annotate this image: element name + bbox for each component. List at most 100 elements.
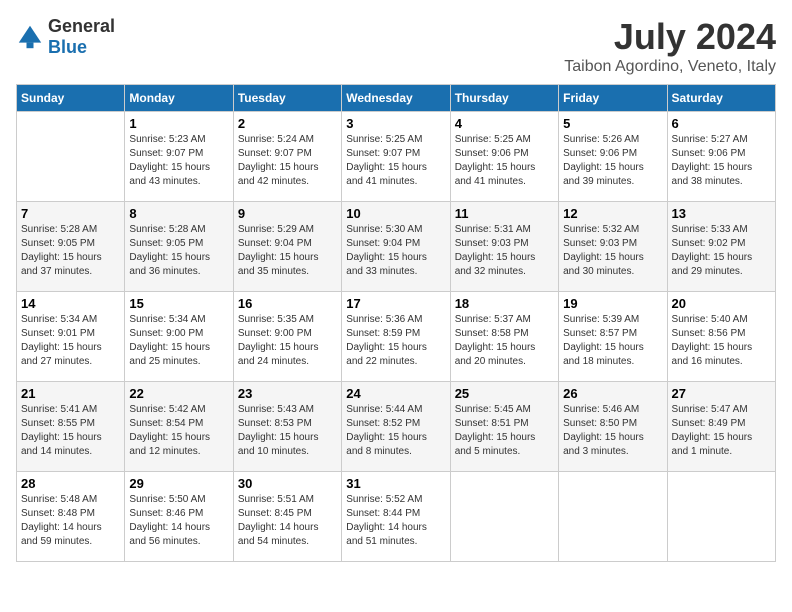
day-number: 15 <box>129 296 228 311</box>
calendar-cell: 18 Sunrise: 5:37 AMSunset: 8:58 PMDayligh… <box>450 292 558 382</box>
day-number: 8 <box>129 206 228 221</box>
header: General Blue July 2024 Taibon Agordino, … <box>16 16 776 76</box>
calendar-cell: 4Sunrise: 5:25 AMSunset: 9:06 PMDaylight… <box>450 112 558 202</box>
month-title: July 2024 <box>564 16 776 58</box>
day-number: 12 <box>563 206 662 221</box>
calendar-cell: 22 Sunrise: 5:42 AMSunset: 8:54 PMDayligh… <box>125 382 233 472</box>
day-info: Sunrise: 5:52 AMSunset: 8:44 PMDaylight:… <box>346 493 445 549</box>
header-monday: Monday <box>125 85 233 112</box>
calendar-cell: 25Sunrise: 5:45 AMSunset: 8:51 PMDayligh… <box>450 382 558 472</box>
day-info: Sunrise: 5:34 AMSunset: 9:01 PMDaylight:… <box>21 313 120 369</box>
day-info: Sunrise: 5:25 AMSunset: 9:06 PMDaylight:… <box>455 133 554 189</box>
calendar-cell: 1Sunrise: 5:23 AMSunset: 9:07 PMDaylight… <box>125 112 233 202</box>
calendar-cell: 20Sunrise: 5:40 AMSunset: 8:56 PMDayligh… <box>667 292 775 382</box>
day-info: Sunrise: 5:46 AMSunset: 8:50 PMDaylight:… <box>563 403 662 459</box>
header-friday: Friday <box>559 85 667 112</box>
logo-icon <box>16 23 44 51</box>
calendar-cell <box>450 472 558 562</box>
day-number: 22 <box>129 386 228 401</box>
calendar-cell: 30Sunrise: 5:51 AMSunset: 8:45 PMDayligh… <box>233 472 341 562</box>
day-number: 2 <box>238 116 337 131</box>
title-area: July 2024 Taibon Agordino, Veneto, Italy <box>564 16 776 76</box>
day-info: Sunrise: 5:29 AMSunset: 9:04 PMDaylight:… <box>238 223 337 279</box>
day-info: Sunrise: 5:31 AMSunset: 9:03 PMDaylight:… <box>455 223 554 279</box>
calendar-cell: 31 Sunrise: 5:52 AMSunset: 8:44 PMDayligh… <box>342 472 450 562</box>
day-number: 17 <box>346 296 445 311</box>
calendar-table: SundayMondayTuesdayWednesdayThursdayFrid… <box>16 84 776 562</box>
header-tuesday: Tuesday <box>233 85 341 112</box>
calendar-cell: 12Sunrise: 5:32 AMSunset: 9:03 PMDayligh… <box>559 202 667 292</box>
week-row-2: 7 Sunrise: 5:28 AMSunset: 9:05 PMDaylight… <box>17 202 776 292</box>
day-number: 28 <box>21 476 120 491</box>
calendar-cell: 6 Sunrise: 5:27 AMSunset: 9:06 PMDaylight… <box>667 112 775 202</box>
day-info: Sunrise: 5:44 AMSunset: 8:52 PMDaylight:… <box>346 403 445 459</box>
calendar-cell: 17 Sunrise: 5:36 AMSunset: 8:59 PMDayligh… <box>342 292 450 382</box>
day-number: 7 <box>21 206 120 221</box>
header-wednesday: Wednesday <box>342 85 450 112</box>
logo-general: General <box>48 16 115 36</box>
calendar-cell: 28 Sunrise: 5:48 AMSunset: 8:48 PMDayligh… <box>17 472 125 562</box>
day-info: Sunrise: 5:28 AMSunset: 9:05 PMDaylight:… <box>129 223 228 279</box>
day-number: 24 <box>346 386 445 401</box>
week-row-3: 14 Sunrise: 5:34 AMSunset: 9:01 PMDayligh… <box>17 292 776 382</box>
day-info: Sunrise: 5:24 AMSunset: 9:07 PMDaylight:… <box>238 133 337 189</box>
week-row-5: 28 Sunrise: 5:48 AMSunset: 8:48 PMDayligh… <box>17 472 776 562</box>
calendar-cell: 3 Sunrise: 5:25 AMSunset: 9:07 PMDaylight… <box>342 112 450 202</box>
day-info: Sunrise: 5:42 AMSunset: 8:54 PMDaylight:… <box>129 403 228 459</box>
day-number: 31 <box>346 476 445 491</box>
day-number: 14 <box>21 296 120 311</box>
day-number: 29 <box>129 476 228 491</box>
day-number: 5 <box>563 116 662 131</box>
calendar-cell: 14 Sunrise: 5:34 AMSunset: 9:01 PMDayligh… <box>17 292 125 382</box>
day-info: Sunrise: 5:37 AMSunset: 8:58 PMDaylight:… <box>455 313 554 369</box>
day-info: Sunrise: 5:36 AMSunset: 8:59 PMDaylight:… <box>346 313 445 369</box>
location-title: Taibon Agordino, Veneto, Italy <box>564 58 776 76</box>
day-number: 6 <box>672 116 771 131</box>
calendar-cell: 11 Sunrise: 5:31 AMSunset: 9:03 PMDayligh… <box>450 202 558 292</box>
day-number: 13 <box>672 206 771 221</box>
day-info: Sunrise: 5:34 AMSunset: 9:00 PMDaylight:… <box>129 313 228 369</box>
week-row-1: 1Sunrise: 5:23 AMSunset: 9:07 PMDaylight… <box>17 112 776 202</box>
calendar-cell: 15 Sunrise: 5:34 AMSunset: 9:00 PMDayligh… <box>125 292 233 382</box>
day-number: 21 <box>21 386 120 401</box>
logo: General Blue <box>16 16 115 58</box>
calendar-header-row: SundayMondayTuesdayWednesdayThursdayFrid… <box>17 85 776 112</box>
day-info: Sunrise: 5:39 AMSunset: 8:57 PMDaylight:… <box>563 313 662 369</box>
day-info: Sunrise: 5:28 AMSunset: 9:05 PMDaylight:… <box>21 223 120 279</box>
calendar-cell: 13Sunrise: 5:33 AMSunset: 9:02 PMDayligh… <box>667 202 775 292</box>
day-number: 18 <box>455 296 554 311</box>
week-row-4: 21 Sunrise: 5:41 AMSunset: 8:55 PMDayligh… <box>17 382 776 472</box>
header-thursday: Thursday <box>450 85 558 112</box>
day-number: 20 <box>672 296 771 311</box>
calendar-cell: 2 Sunrise: 5:24 AMSunset: 9:07 PMDaylight… <box>233 112 341 202</box>
day-info: Sunrise: 5:41 AMSunset: 8:55 PMDaylight:… <box>21 403 120 459</box>
calendar-cell: 23 Sunrise: 5:43 AMSunset: 8:53 PMDayligh… <box>233 382 341 472</box>
day-number: 3 <box>346 116 445 131</box>
day-number: 16 <box>238 296 337 311</box>
calendar-cell <box>667 472 775 562</box>
calendar-cell <box>17 112 125 202</box>
day-info: Sunrise: 5:25 AMSunset: 9:07 PMDaylight:… <box>346 133 445 189</box>
day-number: 11 <box>455 206 554 221</box>
day-number: 26 <box>563 386 662 401</box>
day-info: Sunrise: 5:43 AMSunset: 8:53 PMDaylight:… <box>238 403 337 459</box>
day-info: Sunrise: 5:27 AMSunset: 9:06 PMDaylight:… <box>672 133 771 189</box>
calendar-cell: 8 Sunrise: 5:28 AMSunset: 9:05 PMDaylight… <box>125 202 233 292</box>
calendar-cell: 9Sunrise: 5:29 AMSunset: 9:04 PMDaylight… <box>233 202 341 292</box>
calendar-cell: 24 Sunrise: 5:44 AMSunset: 8:52 PMDayligh… <box>342 382 450 472</box>
calendar-cell: 16 Sunrise: 5:35 AMSunset: 9:00 PMDayligh… <box>233 292 341 382</box>
calendar-cell: 5Sunrise: 5:26 AMSunset: 9:06 PMDaylight… <box>559 112 667 202</box>
day-info: Sunrise: 5:48 AMSunset: 8:48 PMDaylight:… <box>21 493 120 549</box>
header-saturday: Saturday <box>667 85 775 112</box>
day-info: Sunrise: 5:51 AMSunset: 8:45 PMDaylight:… <box>238 493 337 549</box>
calendar-cell <box>559 472 667 562</box>
header-sunday: Sunday <box>17 85 125 112</box>
day-number: 23 <box>238 386 337 401</box>
day-info: Sunrise: 5:35 AMSunset: 9:00 PMDaylight:… <box>238 313 337 369</box>
calendar-cell: 10Sunrise: 5:30 AMSunset: 9:04 PMDayligh… <box>342 202 450 292</box>
day-info: Sunrise: 5:50 AMSunset: 8:46 PMDaylight:… <box>129 493 228 549</box>
day-number: 25 <box>455 386 554 401</box>
calendar-cell: 21 Sunrise: 5:41 AMSunset: 8:55 PMDayligh… <box>17 382 125 472</box>
calendar-cell: 27Sunrise: 5:47 AMSunset: 8:49 PMDayligh… <box>667 382 775 472</box>
day-number: 1 <box>129 116 228 131</box>
